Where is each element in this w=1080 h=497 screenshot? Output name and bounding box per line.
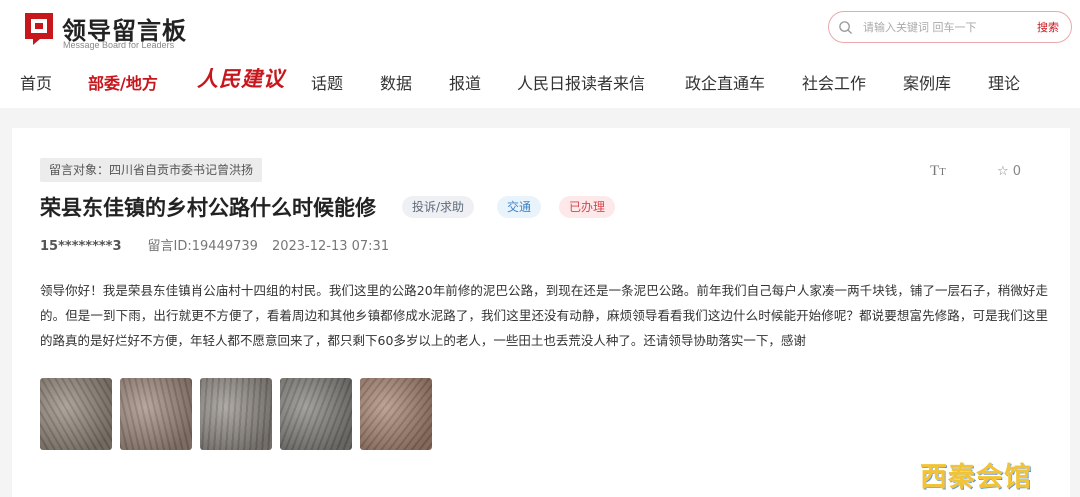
star-outline-icon: ☆ — [997, 164, 1009, 179]
nav-item-gov-enterprise[interactable]: 政企直通车 — [685, 70, 765, 94]
road-photo-2[interactable] — [120, 378, 192, 450]
message-id: 留言ID:19449739 — [147, 239, 258, 254]
road-photo-1[interactable] — [40, 378, 112, 450]
site-header: 领导留言板 Message Board for Leaders 搜索 首页 部委… — [0, 0, 1080, 108]
nav-item-people-suggestions[interactable]: 人民建议 — [197, 63, 285, 93]
road-photo-5[interactable] — [360, 378, 432, 450]
message-title: 荣县东佳镇的乡村公路什么时候能修 — [40, 196, 376, 220]
search-input[interactable] — [863, 17, 1023, 37]
message-meta: 15********3 留言ID:19449739 2023-12-13 07:31 — [40, 235, 389, 254]
watermark: 西秦会馆 — [920, 462, 1032, 493]
logo-mark-icon — [25, 13, 53, 45]
nav-item-home[interactable]: 首页 — [20, 70, 52, 94]
nav-item-ministries-local[interactable]: 部委/地方 — [88, 70, 158, 94]
nav-item-topics[interactable]: 话题 — [311, 70, 343, 94]
road-photo-3[interactable] — [200, 378, 272, 450]
message-datetime: 2023-12-13 07:31 — [271, 239, 390, 254]
nav-item-data[interactable]: 数据 — [380, 70, 412, 94]
message-card: 留言对象：四川省自贡市委书记曾洪扬 TT ☆ 0 荣县东佳镇的乡村公路什么时候能… — [12, 128, 1070, 497]
message-target-tag: 留言对象：四川省自贡市委书记曾洪扬 — [40, 158, 263, 182]
favorite-count: 0 — [1012, 164, 1022, 179]
font-size-icon[interactable]: TT — [930, 163, 946, 180]
favorite-button[interactable]: ☆ 0 — [997, 164, 1021, 179]
search-box: 搜索 — [828, 11, 1072, 43]
nav-item-social-work[interactable]: 社会工作 — [802, 70, 866, 94]
logo-subtitle: Message Board for Leaders — [63, 40, 175, 50]
road-photo-4[interactable] — [280, 378, 352, 450]
author-name: 15********3 — [40, 239, 122, 254]
nav-item-reader-letters[interactable]: 人民日报读者来信 — [517, 70, 645, 94]
status-badge: 已办理 — [559, 196, 616, 218]
search-icon — [839, 21, 853, 35]
search-button[interactable]: 搜索 — [1037, 19, 1059, 35]
main-nav: 首页 部委/地方 人民建议 话题 数据 报道 人民日报读者来信 政企直通车 社会… — [0, 64, 1080, 100]
message-body: 领导你好！我是荣县东佳镇肖公庙村十四组的村民。我们这里的公路20年前修的泥巴公路… — [40, 283, 1048, 348]
nav-item-theory[interactable]: 理论 — [988, 70, 1020, 94]
nav-item-case-library[interactable]: 案例库 — [903, 70, 951, 94]
message-type-badge: 投诉/求助 — [402, 196, 475, 218]
message-field-badge: 交通 — [497, 196, 542, 218]
nav-item-reports[interactable]: 报道 — [449, 70, 481, 94]
